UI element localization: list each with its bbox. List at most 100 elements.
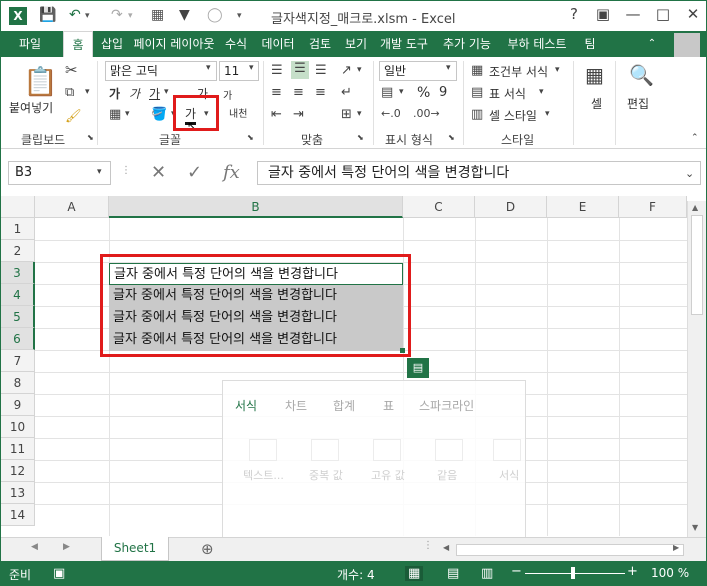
zoom-slider[interactable] [525, 573, 625, 574]
plus-icon[interactable]: ⊕ [201, 540, 214, 558]
align-middle-icon[interactable]: ☰ [291, 61, 309, 79]
column-header-c[interactable]: C [403, 196, 475, 218]
font-launcher-icon[interactable]: ⬊ [247, 133, 254, 142]
zoom-slider-thumb[interactable] [571, 567, 575, 579]
tab-page-layout[interactable]: 페이지 레이아웃 [131, 31, 217, 57]
cancel-icon[interactable]: ✕ [151, 162, 166, 183]
quick-analysis-icon[interactable]: ▤ [407, 358, 429, 378]
duplicate-icon[interactable] [311, 439, 339, 461]
column-header-e[interactable]: E [547, 196, 619, 218]
save-icon[interactable]: 💾 [39, 7, 56, 23]
circle-icon[interactable]: ◯ [207, 7, 223, 23]
row-header-14[interactable]: 14 [1, 504, 35, 526]
scroll-up-icon[interactable]: ▲ [692, 203, 698, 212]
orientation-dropdown-icon[interactable]: ▾ [357, 65, 362, 75]
cells-icon[interactable]: ▦ [585, 63, 604, 87]
close-button[interactable]: ✕ [681, 5, 705, 23]
decrease-indent-icon[interactable]: ⇤ [271, 107, 282, 122]
scroll-thumb[interactable] [691, 215, 703, 315]
format-table-button[interactable]: 표 서식 [489, 85, 526, 102]
cells-button[interactable]: 셀 [591, 95, 602, 112]
maximize-button[interactable]: □ [651, 5, 675, 23]
column-header-b[interactable]: B [109, 196, 403, 218]
clipboard-launcher-icon[interactable]: ⬊ [87, 133, 94, 142]
paste-button[interactable]: 붙여넣기 [9, 99, 53, 116]
cell-styles-button[interactable]: 셀 스타일 [489, 107, 537, 124]
qat-customize-icon[interactable]: ▾ [237, 11, 242, 21]
scroll-right-icon[interactable]: ▶ [673, 543, 679, 552]
phonetic-button[interactable]: 내천 [229, 105, 247, 120]
decrease-decimal-icon[interactable]: .00→ [413, 107, 440, 120]
filter-icon[interactable]: ▼ [179, 7, 190, 23]
tab-insert[interactable]: 삽입 [97, 31, 127, 57]
zoom-out-icon[interactable]: − [511, 564, 522, 579]
equal-icon[interactable] [435, 439, 463, 461]
scroll-left-icon[interactable]: ◀ [443, 543, 449, 552]
conditional-format-button[interactable]: 조건부 서식 [489, 63, 548, 80]
underline-dropdown-icon[interactable]: ▾ [164, 87, 169, 97]
merge-dropdown-icon[interactable]: ▾ [357, 109, 362, 119]
chevron-down-icon[interactable]: ▾ [249, 63, 254, 73]
align-left-icon[interactable]: ≡ [271, 85, 282, 100]
font-name-select[interactable]: 맑은 고딕 [105, 61, 217, 81]
cell-styles-icon[interactable]: ▥ [471, 107, 483, 122]
scroll-down-icon[interactable]: ▼ [692, 523, 698, 532]
qa-tab-chart[interactable]: 차트 [285, 397, 307, 414]
expand-formula-icon[interactable]: ⌄ [685, 167, 694, 180]
tab-data[interactable]: 데이터 [257, 31, 299, 57]
column-header-d[interactable]: D [475, 196, 547, 218]
chevron-down-icon[interactable]: ▾ [555, 65, 560, 75]
undo-icon[interactable]: ↶ [69, 7, 81, 23]
editing-button[interactable]: 편집 [627, 95, 649, 112]
currency-icon[interactable]: ▤ [381, 85, 393, 100]
normal-view-icon[interactable]: ▦ [405, 566, 424, 581]
zoom-level[interactable]: 100 % [651, 566, 689, 580]
paste-icon[interactable]: 📋 [23, 65, 58, 98]
format-painter-icon[interactable]: 🖌 [65, 109, 82, 124]
row-header-11[interactable]: 11 [1, 438, 35, 460]
align-right-icon[interactable]: ≡ [315, 85, 326, 100]
align-center-icon[interactable]: ≡ [293, 85, 304, 100]
increase-indent-icon[interactable]: ⇥ [293, 107, 304, 122]
merge-center-icon[interactable]: ⊞ [341, 107, 352, 122]
tab-load-test[interactable]: 부하 테스트 [501, 31, 573, 57]
conditional-format-icon[interactable]: ▦ [471, 63, 483, 78]
row-header-7[interactable]: 7 [1, 350, 35, 372]
orientation-icon[interactable]: ↗ [341, 63, 352, 78]
qa-tab-sparkline[interactable]: 스파크라인 [419, 397, 474, 414]
zoom-in-icon[interactable]: + [627, 564, 638, 579]
shrink-font-button[interactable]: 가 [223, 87, 232, 102]
row-header-5[interactable]: 5 [1, 306, 35, 328]
qa-item-duplicate[interactable]: 중복 값 [309, 467, 343, 483]
align-bottom-icon[interactable]: ☰ [315, 63, 327, 78]
bold-button[interactable]: 가 [109, 85, 120, 102]
row-header-6[interactable]: 6 [1, 328, 35, 350]
qa-tab-totals[interactable]: 합계 [333, 397, 355, 414]
comma-button[interactable]: 9 [439, 85, 447, 100]
row-header-9[interactable]: 9 [1, 394, 35, 416]
formula-input[interactable]: 글자 중에서 특정 단어의 색을 변경합니다 [257, 161, 701, 185]
qa-item-format[interactable]: 서식 [499, 467, 519, 483]
find-icon[interactable]: 🔍 [629, 63, 654, 87]
sheet-prev-icon[interactable]: ◀ [31, 542, 38, 552]
copy-dropdown-icon[interactable]: ▾ [85, 87, 90, 97]
chevron-down-icon[interactable]: ▾ [539, 87, 544, 97]
name-box-dropdown-icon[interactable]: ▾ [97, 167, 102, 177]
tab-team[interactable]: 팀 [579, 31, 601, 57]
format-table-icon[interactable]: ▤ [471, 85, 483, 100]
increase-decimal-icon[interactable]: ←.0 [381, 107, 401, 120]
horizontal-scrollbar[interactable] [456, 544, 684, 556]
column-header-f[interactable]: F [619, 196, 687, 218]
underline-button[interactable]: 가 [149, 85, 160, 102]
chevron-down-icon[interactable]: ▾ [446, 63, 451, 73]
collapse-ribbon-icon[interactable]: ⌃ [691, 133, 699, 143]
chevron-down-icon[interactable]: ▾ [206, 63, 211, 73]
column-header-a[interactable]: A [35, 196, 109, 218]
row-header-12[interactable]: 12 [1, 460, 35, 482]
qa-tab-table[interactable]: 표 [383, 397, 394, 414]
sheet-next-icon[interactable]: ▶ [63, 542, 70, 552]
page-break-view-icon[interactable]: ▥ [481, 566, 493, 581]
row-header-3[interactable]: 3 [1, 262, 35, 284]
text-rule-icon[interactable] [249, 439, 277, 461]
borders-dropdown-icon[interactable]: ▾ [125, 109, 130, 119]
